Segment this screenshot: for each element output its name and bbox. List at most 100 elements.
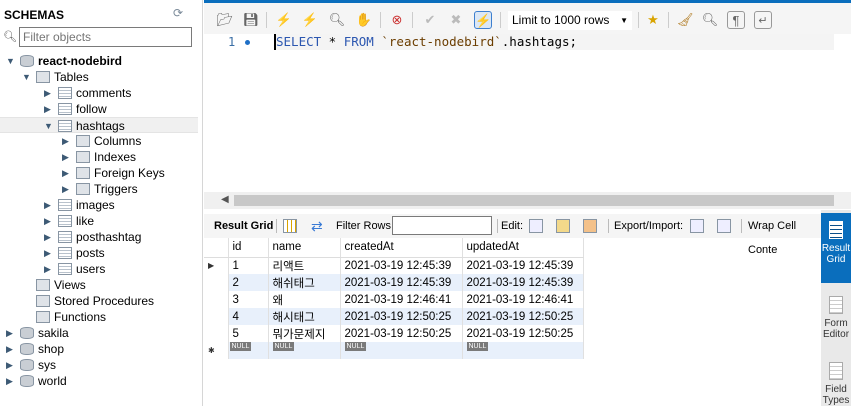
scroll-left-icon[interactable]: ◀ — [221, 194, 229, 205]
tree-item-images[interactable]: ▶ images — [0, 197, 198, 213]
cell-updatedAt[interactable]: 2021-03-19 12:50:25 — [462, 308, 584, 325]
cell-id[interactable]: 2 — [228, 274, 269, 291]
tree-item-sakila[interactable]: ▶ sakila — [0, 325, 198, 341]
side-tab-field-types[interactable]: Field Types — [821, 354, 851, 406]
chevron-right-icon[interactable]: ▶ — [44, 101, 51, 117]
chevron-down-icon[interactable]: ▼ — [44, 118, 53, 134]
column-header-createdAt[interactable]: createdAt — [340, 238, 463, 258]
refresh-icon[interactable]: ⟳ — [173, 6, 183, 20]
tree-item-views[interactable]: Views — [0, 277, 198, 293]
side-tab-form-editor[interactable]: Form Editor — [821, 288, 851, 340]
tree-item-posts[interactable]: ▶ posts — [0, 245, 198, 261]
cell-id[interactable]: 1 — [228, 257, 269, 274]
grid-layout-icon[interactable] — [283, 219, 297, 233]
limit-rows-select[interactable]: Limit to 1000 rows ▼ — [508, 11, 632, 30]
execute-current-icon[interactable]: ⚡ — [301, 11, 319, 29]
column-header-updatedAt[interactable]: updatedAt — [462, 238, 584, 258]
chevron-right-icon[interactable]: ▶ — [62, 133, 69, 149]
chevron-right-icon[interactable]: ▶ — [44, 261, 51, 277]
cell-createdAt[interactable]: 2021-03-19 12:45:39 — [340, 274, 463, 291]
tree-item-hashtags[interactable]: ▼ hashtags — [0, 117, 198, 133]
chevron-right-icon[interactable]: ▶ — [6, 341, 13, 357]
scrollbar-thumb[interactable] — [234, 195, 834, 206]
filter-rows-input[interactable] — [392, 216, 492, 235]
chevron-right-icon[interactable]: ▶ — [6, 325, 13, 341]
refresh-icon[interactable]: ⇄ — [311, 214, 323, 238]
cell-updatedAt[interactable]: 2021-03-19 12:45:39 — [462, 274, 584, 291]
chevron-right-icon[interactable]: ▶ — [62, 181, 69, 197]
cell-name[interactable]: NULL — [268, 342, 341, 359]
table-row[interactable]: 2 해쉬태그 2021-03-19 12:45:39 2021-03-19 12:45… — [204, 274, 584, 291]
chevron-right-icon[interactable]: ▶ — [44, 197, 51, 213]
tree-item-sys[interactable]: ▶ sys — [0, 357, 198, 373]
tree-item-indexes[interactable]: ▶ Indexes — [0, 149, 198, 165]
cell-updatedAt[interactable]: 2021-03-19 12:46:41 — [462, 291, 584, 308]
column-header-name[interactable]: name — [268, 238, 341, 258]
column-header-id[interactable]: id — [228, 238, 269, 258]
cell-createdAt[interactable]: 2021-03-19 12:45:39 — [340, 257, 463, 274]
side-tab-result-grid[interactable]: Result Grid — [821, 213, 851, 283]
tree-item-like[interactable]: ▶ like — [0, 213, 198, 229]
cell-updatedAt[interactable]: 2021-03-19 12:45:39 — [462, 257, 584, 274]
cell-createdAt[interactable]: 2021-03-19 12:50:25 — [340, 308, 463, 325]
tree-item-react-nodebird[interactable]: ▼ react-nodebird — [0, 53, 198, 69]
cell-name[interactable]: 왜 — [268, 291, 341, 308]
table-row[interactable]: 4 해시태그 2021-03-19 12:50:25 2021-03-19 12:50… — [204, 308, 584, 325]
commit-icon[interactable]: ✔ — [421, 11, 439, 29]
chevron-right-icon[interactable]: ▶ — [6, 373, 13, 389]
tree-item-stored-procedures[interactable]: Stored Procedures — [0, 293, 198, 309]
chevron-down-icon[interactable]: ▼ — [22, 69, 31, 85]
cell-name[interactable]: 해시태그 — [268, 308, 341, 325]
sql-editor[interactable]: 1 SELECT * FROM `react-nodebird`.hashtag… — [204, 34, 851, 192]
tree-item-foreign-keys[interactable]: ▶ Foreign Keys — [0, 165, 198, 181]
cell-id[interactable]: NULL — [228, 342, 269, 359]
tree-item-shop[interactable]: ▶ shop — [0, 341, 198, 357]
new-row[interactable]: ✱ NULL NULL NULL NULL — [204, 342, 584, 359]
chevron-right-icon[interactable]: ▶ — [62, 165, 69, 181]
table-row[interactable]: 5 뭐가문제지 2021-03-19 12:50:25 2021-03-19 12:5… — [204, 325, 584, 342]
cell-updatedAt[interactable]: 2021-03-19 12:50:25 — [462, 325, 584, 342]
add-snippet-icon[interactable]: ★ — [644, 11, 662, 29]
tree-item-posthashtag[interactable]: ▶ posthashtag — [0, 229, 198, 245]
tree-item-tables[interactable]: ▼ Tables — [0, 69, 198, 85]
chevron-right-icon[interactable]: ▶ — [44, 245, 51, 261]
edit-row-icon[interactable] — [529, 219, 543, 233]
table-row[interactable]: ▶ 1 리액트 2021-03-19 12:45:39 2021-03-19 12:45… — [204, 257, 584, 274]
rollback-icon[interactable]: ✖ — [447, 11, 465, 29]
wrap-cell-content-label[interactable]: Wrap Cell Conte — [748, 214, 821, 262]
cell-name[interactable]: 해쉬태그 — [268, 274, 341, 291]
cell-name[interactable]: 뭐가문제지 — [268, 325, 341, 342]
find-icon[interactable]: 🔍︎ — [701, 11, 719, 29]
word-wrap-icon[interactable]: ↵ — [754, 11, 772, 29]
explain-icon[interactable]: 🔍︎ — [328, 11, 346, 29]
chevron-right-icon[interactable]: ▶ — [44, 85, 51, 101]
tree-item-users[interactable]: ▶ users — [0, 261, 198, 277]
tree-item-comments[interactable]: ▶ comments — [0, 85, 198, 101]
table-row[interactable]: 3 왜 2021-03-19 12:46:41 2021-03-19 12:46:41 — [204, 291, 584, 308]
cell-id[interactable]: 4 — [228, 308, 269, 325]
chevron-right-icon[interactable]: ▶ — [6, 357, 13, 373]
toggle-error-icon[interactable]: ⊗ — [388, 11, 406, 29]
beautify-icon[interactable]: 🧹︎ — [676, 11, 694, 29]
save-icon[interactable]: 💾︎ — [242, 11, 260, 29]
chevron-right-icon[interactable]: ▶ — [62, 149, 69, 165]
cell-createdAt[interactable]: 2021-03-19 12:46:41 — [340, 291, 463, 308]
chevron-right-icon[interactable]: ▶ — [44, 229, 51, 245]
open-file-icon[interactable]: 📂︎ — [216, 11, 234, 29]
tree-item-triggers[interactable]: ▶ Triggers — [0, 181, 198, 197]
tree-item-follow[interactable]: ▶ follow — [0, 101, 198, 117]
cell-id[interactable]: 3 — [228, 291, 269, 308]
tree-item-world[interactable]: ▶ world — [0, 373, 198, 389]
cell-createdAt[interactable]: 2021-03-19 12:50:25 — [340, 325, 463, 342]
chevron-down-icon[interactable]: ▼ — [6, 53, 15, 69]
export-icon[interactable] — [690, 219, 704, 233]
execute-icon[interactable]: ⚡ — [275, 11, 293, 29]
chevron-right-icon[interactable]: ▶ — [44, 213, 51, 229]
delete-row-icon[interactable] — [583, 219, 597, 233]
result-grid-label[interactable]: Result Grid — [214, 214, 273, 238]
cell-createdAt[interactable]: NULL — [340, 342, 463, 359]
cell-name[interactable]: 리액트 — [268, 257, 341, 274]
import-icon[interactable] — [717, 219, 731, 233]
tree-item-columns[interactable]: ▶ Columns — [0, 133, 198, 149]
invisible-chars-icon[interactable]: ¶ — [727, 11, 745, 29]
